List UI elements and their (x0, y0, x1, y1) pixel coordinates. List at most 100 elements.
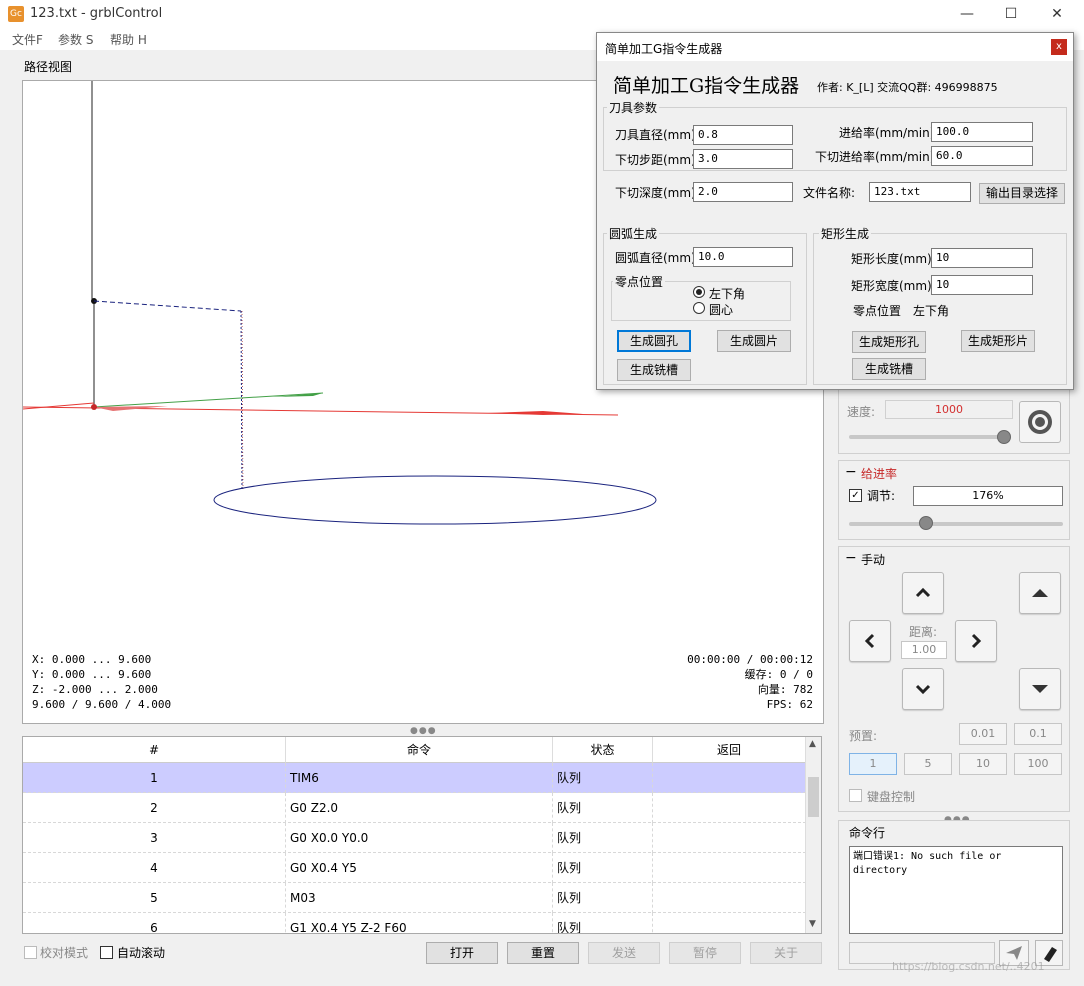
scroll-up-icon[interactable]: ▲ (809, 739, 816, 749)
jog-y-plus-button[interactable] (902, 572, 944, 614)
preset-5-button[interactable]: 5 (904, 753, 952, 775)
radio-center-label: 圆心 (709, 303, 734, 317)
spindle-slider-thumb[interactable] (997, 430, 1011, 444)
menu-file[interactable]: 文件F (12, 31, 43, 48)
feed-rate-input[interactable]: 100.0 (931, 122, 1033, 142)
scroll-thumb[interactable] (808, 777, 819, 817)
gcode-table[interactable]: # 命令 状态 返回 1 TIM6 队列 2 G0 Z2.0 队列 3 G0 X… (22, 736, 822, 934)
check-mode-checkbox[interactable] (24, 946, 37, 959)
feed-slider-thumb[interactable] (919, 516, 933, 530)
console-output[interactable]: 端口错误1: No such file or directory (849, 846, 1063, 934)
radio-corner-label: 左下角 (709, 287, 746, 301)
cell-response (653, 913, 806, 933)
step-down-input[interactable]: 3.0 (693, 149, 793, 169)
radio-corner[interactable] (693, 286, 705, 298)
close-button[interactable]: ✕ (1042, 4, 1072, 24)
cell-status: 队列 (553, 853, 653, 883)
rect-zero-label: 零点位置 (853, 304, 902, 318)
table-row[interactable]: 6 G1 X0.4 Y5 Z-2 F60 队列 (23, 913, 806, 933)
col-header-command[interactable]: 命令 (286, 737, 553, 763)
table-row[interactable]: 5 M03 队列 (23, 883, 806, 913)
col-header-num[interactable]: # (23, 737, 286, 763)
coord-y: Y: 0.000 ... 9.600 (32, 668, 152, 681)
cell-response (653, 763, 806, 793)
rect-group-label: 矩形生成 (819, 225, 872, 242)
jog-y-minus-button[interactable] (902, 668, 944, 710)
coords-left: X: 0.000 ... 9.600 Y: 0.000 ... 9.600 Z:… (32, 652, 171, 712)
zero-position-label: 零点位置 (613, 273, 666, 290)
chevron-down-icon (915, 684, 931, 695)
collapse-icon[interactable]: − (845, 551, 857, 565)
spindle-speed-value[interactable]: 1000 (885, 400, 1013, 419)
speed-label: 速度: (847, 405, 876, 419)
plunge-feed-input[interactable]: 60.0 (931, 146, 1033, 166)
table-row[interactable]: 4 G0 X0.4 Y5 队列 (23, 853, 806, 883)
table-row[interactable]: 3 G0 X0.0 Y0.0 队列 (23, 823, 806, 853)
splitter-handle[interactable]: ●●● (410, 726, 437, 736)
preset-0.1-button[interactable]: 0.1 (1014, 723, 1062, 745)
open-button[interactable]: 打开 (426, 942, 498, 964)
tool-diameter-input[interactable]: 0.8 (693, 125, 793, 145)
about-button[interactable]: 关于 (750, 942, 822, 964)
preset-10-button[interactable]: 10 (959, 753, 1007, 775)
distance-label: 距离: (909, 625, 938, 639)
scroll-down-icon[interactable]: ▼ (809, 919, 816, 929)
rect-length-input[interactable]: 10 (931, 248, 1033, 268)
gen-rect-hole-button[interactable]: 生成矩形孔 (852, 331, 926, 353)
cell-num: 3 (23, 823, 286, 853)
filename-input[interactable]: 123.txt (869, 182, 971, 202)
jog-x-plus-button[interactable] (955, 620, 997, 662)
cell-response (653, 883, 806, 913)
table-row[interactable]: 1 TIM6 队列 (23, 763, 806, 793)
feed-adjust-value[interactable]: 176% (913, 486, 1063, 506)
jog-z-plus-button[interactable] (1019, 572, 1061, 614)
cell-status: 队列 (553, 883, 653, 913)
preset-1-button[interactable]: 1 (849, 753, 897, 775)
feed-slider-track[interactable] (849, 522, 1063, 526)
gen-rect-slot-button[interactable]: 生成铣槽 (852, 358, 926, 380)
gcode-generator-dialog: 简单加工G指令生成器 x 简单加工G指令生成器 作者: K_[L] 交流QQ群:… (596, 32, 1074, 390)
gen-circle-plate-button[interactable]: 生成圆片 (717, 330, 791, 352)
col-header-status[interactable]: 状态 (553, 737, 653, 763)
send-button[interactable]: 发送 (588, 942, 660, 964)
menu-settings[interactable]: 参数 S (58, 31, 93, 48)
auto-scroll-checkbox[interactable] (100, 946, 113, 959)
chevron-left-icon (864, 633, 875, 649)
minimize-button[interactable]: — (952, 4, 982, 24)
col-header-response[interactable]: 返回 (653, 737, 806, 763)
preset-0.01-button[interactable]: 0.01 (959, 723, 1007, 745)
gen-mill-slot-button[interactable]: 生成铣槽 (617, 359, 691, 381)
maximize-button[interactable]: ☐ (996, 4, 1026, 24)
dialog-title-bar: 简单加工G指令生成器 x (597, 33, 1073, 61)
tool-group-label: 刀具参数 (607, 99, 660, 116)
jog-x-minus-button[interactable] (849, 620, 891, 662)
table-row[interactable]: 2 G0 Z2.0 队列 (23, 793, 806, 823)
menu-help[interactable]: 帮助 H (110, 31, 147, 48)
depth-input[interactable]: 2.0 (693, 182, 793, 202)
spindle-slider-track[interactable] (849, 435, 1007, 439)
arc-diameter-label: 圆弧直径(mm) (615, 251, 696, 265)
jog-group: − 手动 距离: 1.00 预置: 0.01 0.1 1 5 10 100 键盘… (838, 546, 1070, 812)
radio-center[interactable] (693, 302, 705, 314)
table-scrollbar[interactable]: ▲ ▼ (805, 737, 821, 933)
gen-circle-hole-button[interactable]: 生成圆孔 (617, 330, 691, 352)
feed-adjust-checkbox[interactable]: ✓ (849, 489, 862, 502)
gen-rect-plate-button[interactable]: 生成矩形片 (961, 330, 1035, 352)
output-dir-button[interactable]: 输出目录选择 (979, 183, 1065, 204)
arc-diameter-input[interactable]: 10.0 (693, 247, 793, 267)
cell-command: G1 X0.4 Y5 Z-2 F60 (286, 913, 553, 933)
reset-button[interactable]: 重置 (507, 942, 579, 964)
rect-length-label: 矩形长度(mm) (851, 252, 932, 266)
preset-100-button[interactable]: 100 (1014, 753, 1062, 775)
dialog-close-button[interactable]: x (1051, 39, 1067, 55)
rect-width-input[interactable]: 10 (931, 275, 1033, 295)
window-title: 123.txt - grblControl (30, 6, 163, 21)
spindle-toggle-button[interactable] (1019, 401, 1061, 443)
pause-button[interactable]: 暂停 (669, 942, 741, 964)
step-down-label: 下切步距(mm) (615, 153, 696, 167)
jog-z-minus-button[interactable] (1019, 668, 1061, 710)
distance-value[interactable]: 1.00 (901, 641, 947, 659)
cell-num: 2 (23, 793, 286, 823)
collapse-icon[interactable]: − (845, 465, 857, 479)
keyboard-control-checkbox[interactable] (849, 789, 862, 802)
